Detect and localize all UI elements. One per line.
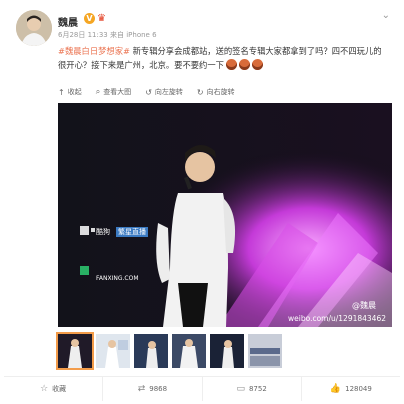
rotate-left-button[interactable]: ↺ 向左旋转 (145, 87, 183, 97)
favorite-label: 收藏 (52, 385, 67, 393)
emoji-icon (238, 59, 250, 70)
star-icon: ☆ (40, 384, 49, 394)
emoji-icon (251, 59, 263, 70)
collapse-label: 收起 (67, 88, 82, 96)
thumbnail-1[interactable] (56, 332, 94, 370)
repost-count: 9868 (149, 385, 168, 393)
post-meta: 6月28日 11:33 来自 iPhone 6 (58, 30, 157, 40)
rotate-right-label: 向右旋转 (206, 88, 235, 96)
comment-count: 8752 (248, 385, 267, 393)
thumbnail-5[interactable] (210, 334, 244, 368)
favorite-button[interactable]: ☆ 收藏 (4, 377, 104, 401)
thumbs-up-icon: 👍 (329, 384, 342, 394)
verified-badge-icon: V (84, 13, 95, 24)
media-toolbar: ↑ 收起 ⌕ 查看大图 ↺ 向左旋转 ↻ 向右旋转 (58, 84, 392, 100)
username[interactable]: 魏晨 (58, 14, 78, 29)
view-large-button[interactable]: ⌕ 查看大图 (96, 87, 131, 97)
banner-site: FANXING.COM (96, 275, 139, 282)
watermark-url: weibo.com/u/1291843462 (288, 314, 386, 323)
comment-button[interactable]: ▭ 8752 (203, 377, 302, 401)
collapse-icon: ↑ (58, 87, 65, 97)
rotate-left-icon: ↺ (145, 87, 152, 97)
post-text: #魏晨白日梦想家# 新专辑分享会成都站，送的签名专辑大家都拿到了吗？四不四玩儿的… (58, 44, 388, 72)
chevron-down-icon[interactable]: ⌄ (382, 10, 390, 21)
thumbnail-strip (56, 332, 392, 370)
banner-brand-1: 酷狗 (96, 228, 110, 236)
thumbnail-4[interactable] (172, 334, 206, 368)
action-bar: ☆ 收藏 ⇄ 9868 ▭ 8752 👍 128049 (4, 376, 400, 401)
view-large-label: 查看大图 (103, 88, 132, 96)
weibo-post-card: 魏晨 V ♛ 6月28日 11:33 来自 iPhone 6 ⌄ #魏晨白日梦想… (4, 0, 400, 404)
repost-icon: ⇄ (137, 384, 146, 394)
avatar[interactable] (16, 10, 52, 46)
hashtag-link[interactable]: #魏晨白日梦想家# (58, 46, 130, 56)
thumbnail-3[interactable] (134, 334, 168, 368)
thumbnail-6[interactable] (248, 334, 282, 368)
rotate-left-label: 向左旋转 (154, 88, 183, 96)
post-source: 来自 iPhone 6 (110, 31, 157, 39)
like-count: 128049 (345, 385, 372, 393)
like-button[interactable]: 👍 128049 (302, 377, 400, 401)
post-time[interactable]: 6月28日 11:33 (58, 31, 108, 39)
collapse-button[interactable]: ↑ 收起 (58, 87, 82, 97)
main-photo[interactable]: @魏晨 weibo.com/u/1291843462 酷狗 繁星直播 FANXI… (58, 103, 392, 327)
banner-brand-2: 繁星直播 (116, 227, 148, 237)
thumbnail-2[interactable] (96, 334, 130, 368)
comment-icon: ▭ (236, 384, 245, 394)
repost-button[interactable]: ⇄ 9868 (103, 377, 203, 401)
watermark-handle: @魏晨 (352, 301, 376, 310)
crown-icon: ♛ (97, 13, 106, 24)
rotate-right-button[interactable]: ↻ 向右旋转 (197, 87, 235, 97)
emoji-icon (225, 59, 237, 70)
magnifier-icon: ⌕ (95, 87, 101, 96)
rotate-right-icon: ↻ (196, 87, 204, 97)
